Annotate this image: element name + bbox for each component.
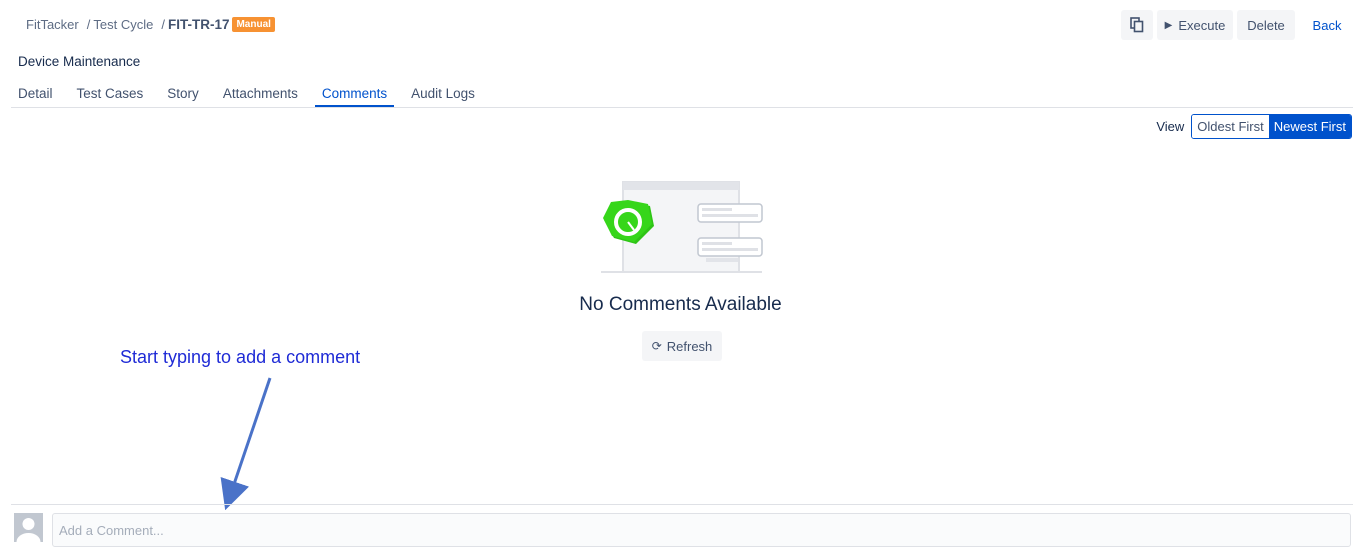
comment-divider (11, 504, 1353, 505)
manual-badge: Manual (232, 17, 275, 32)
avatar (14, 513, 43, 542)
back-button[interactable]: Back (1301, 10, 1353, 40)
refresh-button[interactable]: ⟳ Refresh (642, 331, 722, 361)
comment-input[interactable] (52, 513, 1351, 547)
execute-button[interactable]: ▶ Execute (1157, 10, 1233, 40)
tab-attachments[interactable]: Attachments (216, 84, 305, 104)
oldest-first-button[interactable]: Oldest First (1192, 115, 1269, 138)
tab-detail[interactable]: Detail (11, 84, 60, 104)
sort-toggle: Oldest First Newest First (1191, 114, 1352, 139)
tab-story[interactable]: Story (160, 84, 206, 104)
view-sort-control: View Oldest First Newest First (1156, 114, 1352, 139)
page-title: Device Maintenance (18, 54, 141, 69)
tab-test-cases[interactable]: Test Cases (70, 84, 151, 104)
newest-first-button[interactable]: Newest First (1268, 115, 1351, 138)
test-cycle-page: FitTacker / Test Cycle / FIT-TR-17 Manua… (0, 0, 1361, 552)
breadcrumb-separator: / (161, 17, 165, 32)
refresh-label: Refresh (666, 338, 713, 354)
breadcrumb-current: FIT-TR-17 (167, 17, 230, 32)
execute-label: Execute (1178, 17, 1226, 33)
tab-comments[interactable]: Comments (314, 84, 395, 107)
refresh-icon: ⟳ (651, 339, 662, 353)
tab-audit-logs[interactable]: Audit Logs (404, 84, 482, 104)
delete-button[interactable]: Delete (1237, 10, 1295, 40)
copy-icon (1130, 17, 1144, 33)
tab-bar: Detail Test Cases Story Attachments Comm… (11, 84, 1353, 108)
breadcrumb: FitTacker / Test Cycle / FIT-TR-17 Manua… (26, 17, 275, 32)
view-label: View (1156, 119, 1185, 134)
play-icon: ▶ (1164, 19, 1173, 31)
copy-button[interactable] (1121, 10, 1153, 40)
breadcrumb-separator: / (86, 17, 91, 32)
header-actions: ▶ Execute Delete Back (1121, 10, 1361, 40)
empty-state-title: No Comments Available (579, 294, 782, 315)
annotation-text: Start typing to add a comment (120, 347, 361, 367)
annotation-arrow-icon (220, 377, 272, 511)
no-comments-illustration (601, 181, 763, 273)
breadcrumb-project-link[interactable]: FitTacker (26, 17, 79, 32)
user-avatar-icon (14, 513, 43, 542)
breadcrumb-section-link[interactable]: Test Cycle (93, 17, 153, 32)
